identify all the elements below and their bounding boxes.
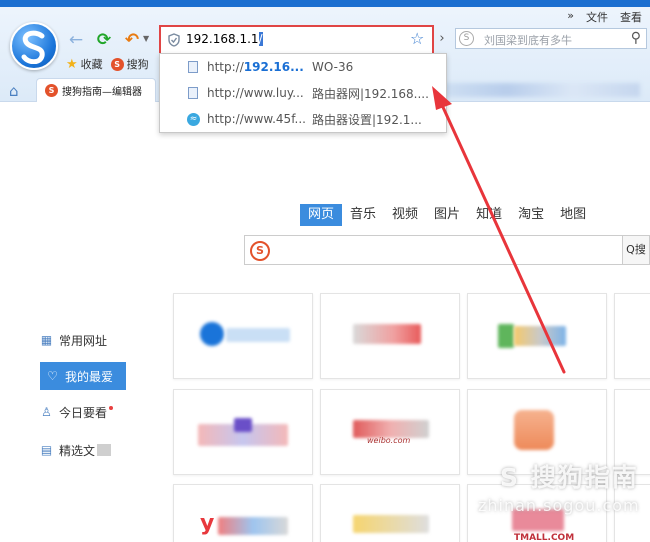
tile-caption: y xyxy=(200,511,215,536)
speed-dial-tile[interactable]: weibo.com xyxy=(320,389,460,475)
suggestion-item[interactable]: http://www.luy... 路由器网|192.168.... xyxy=(160,80,446,106)
page-icon xyxy=(188,61,198,73)
suggestion-item[interactable]: http://192.16... WO-36 xyxy=(160,54,446,80)
speed-dial-tile[interactable]: 搜狐 xyxy=(320,293,460,379)
speed-dial-tile[interactable] xyxy=(614,293,650,379)
home-icon[interactable]: ⌂ xyxy=(9,82,19,100)
search-engine-icon[interactable]: S xyxy=(459,31,474,46)
redacted-text xyxy=(97,444,112,456)
tile-caption: TMALL.COM xyxy=(514,533,575,542)
category-tab[interactable]: 图片 xyxy=(426,204,468,226)
favorite-item-sogou[interactable]: S 搜狗 xyxy=(110,56,149,72)
shield-icon xyxy=(168,33,180,47)
sidebar-item-common[interactable]: ▦ 常用网址 xyxy=(40,326,150,354)
category-tab[interactable]: 地图 xyxy=(552,204,594,226)
menu-view[interactable]: 查看 xyxy=(620,9,642,25)
suggestion-item[interactable]: ≈ http://www.45f... 路由器设置|192.1... xyxy=(160,106,446,132)
favorites-button[interactable]: ★ 收藏 xyxy=(66,56,103,72)
speed-dial-tile[interactable] xyxy=(320,484,460,542)
title-strip xyxy=(0,0,650,7)
person-icon: ♙ xyxy=(41,404,52,419)
watermark-url: zhinan.sogou.com xyxy=(478,496,640,515)
menu-expand-icon[interactable]: » xyxy=(567,9,574,25)
speed-dial-tile[interactable] xyxy=(173,389,313,475)
sidebar-item-today[interactable]: ♙ 今日要看 xyxy=(40,398,150,426)
speed-dial-tile[interactable] xyxy=(173,293,313,379)
back-icon[interactable]: ← xyxy=(66,30,86,50)
category-tab[interactable]: 音乐 xyxy=(342,204,384,226)
search-button[interactable]: Q搜 xyxy=(622,235,650,265)
heart-icon: ♡ xyxy=(47,368,58,383)
notification-dot xyxy=(109,406,114,410)
category-tab[interactable]: 网页 xyxy=(300,204,343,226)
page-icon xyxy=(188,87,198,99)
sogou-icon: S xyxy=(110,57,124,71)
address-input[interactable]: 192.168.1.1/ xyxy=(186,32,263,46)
search-categories: 网页 音乐 视频 图片 知道 淘宝 地图 xyxy=(300,204,594,226)
grid-icon: ▦ xyxy=(40,332,53,347)
undo-icon[interactable]: ↶ xyxy=(122,30,142,50)
address-bar[interactable]: 192.168.1.1/ xyxy=(159,25,434,55)
go-icon[interactable]: › xyxy=(436,29,448,47)
speed-dial-tile[interactable]: y xyxy=(173,484,313,542)
blurred-tabs xyxy=(440,83,640,97)
tab-active[interactable]: S 搜狗指南—编辑器 xyxy=(36,78,156,102)
category-tab[interactable]: 知道 xyxy=(468,204,510,226)
sidebar-item-featured[interactable]: ▤ 精选文 xyxy=(40,436,150,464)
tile-caption: weibo.com xyxy=(367,436,411,445)
wifi-icon: ≈ xyxy=(187,112,200,126)
chevron-down-icon[interactable]: ▼ xyxy=(143,34,149,43)
main-search-box[interactable]: S Q搜 xyxy=(244,235,650,265)
category-tab[interactable]: 视频 xyxy=(384,204,426,226)
tab-label: 搜狗指南—编辑器 xyxy=(62,87,142,98)
menu-file[interactable]: 文件 xyxy=(586,9,608,25)
search-icon[interactable]: ⚲ xyxy=(631,30,641,46)
watermark: S 搜狗指南 xyxy=(500,463,639,492)
category-tab[interactable]: 淘宝 xyxy=(510,204,552,226)
favorites-bar: ★ 收藏 S 搜狗 xyxy=(66,56,149,72)
address-suggestions: http://192.16... WO-36 http://www.luy...… xyxy=(159,53,447,133)
window-menu: » 文件 查看 xyxy=(567,9,642,25)
sidebar-item-favorites[interactable]: ♡ 我的最爱 xyxy=(40,362,126,390)
bookmark-star-icon[interactable]: ☆ xyxy=(410,29,424,48)
sogou-search-icon: S xyxy=(250,241,270,261)
search-placeholder: 刘国梁到底有多牛 xyxy=(484,34,572,47)
doc-icon: ▤ xyxy=(40,442,53,457)
sogou-icon: S xyxy=(45,84,58,97)
refresh-icon[interactable]: ⟳ xyxy=(94,30,114,50)
search-box[interactable]: S 刘国梁到底有多牛 ⚲ xyxy=(455,28,647,49)
star-icon: ★ xyxy=(66,56,78,72)
speed-dial-tile[interactable] xyxy=(467,293,607,379)
sogou-logo[interactable] xyxy=(10,22,58,70)
